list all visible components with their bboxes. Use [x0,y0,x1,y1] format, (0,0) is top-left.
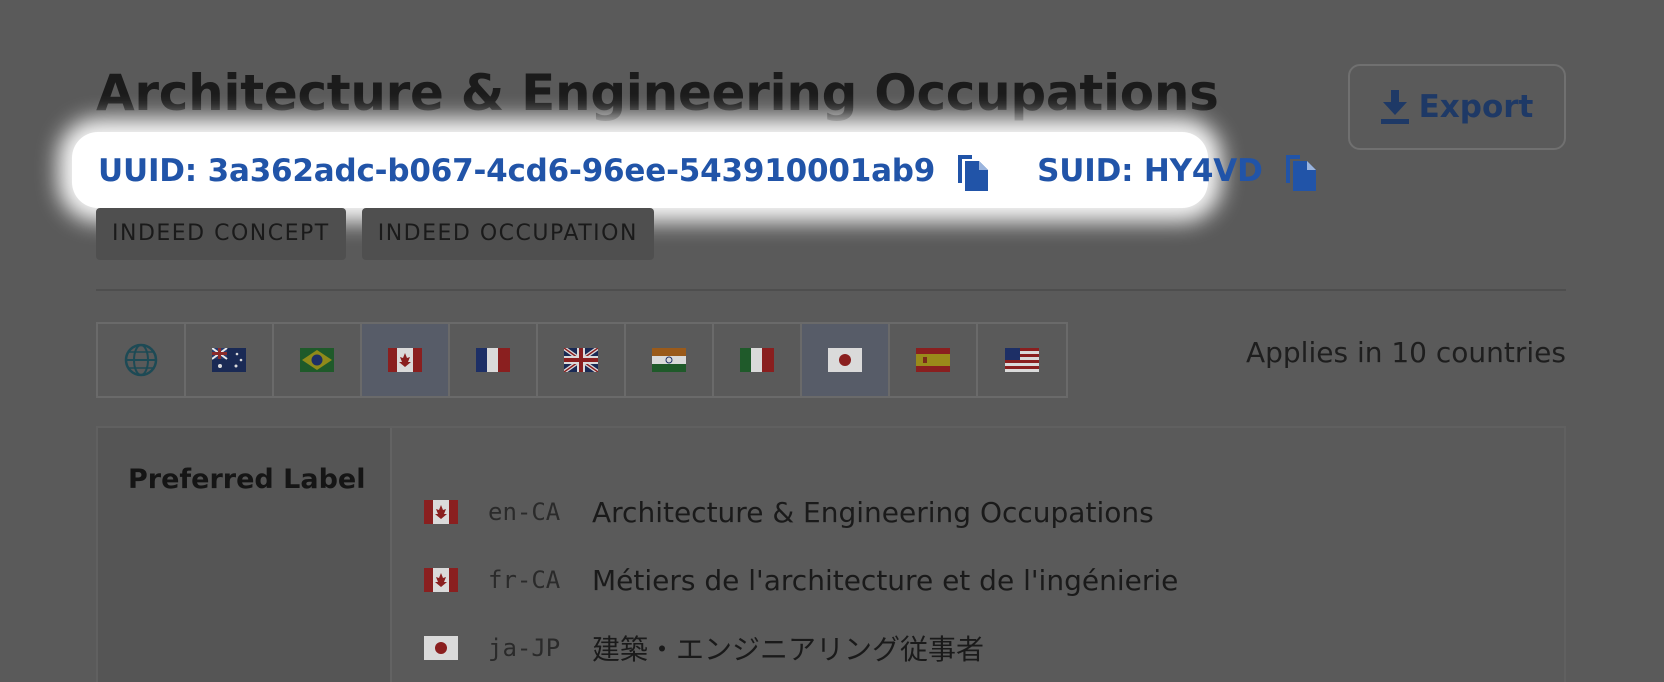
list-item: fr-CA Métiers de l'architecture et de l'… [424,546,1178,614]
spain-flag-icon [916,348,950,372]
applies-count: Applies in 10 countries [1245,336,1566,369]
label-value: Métiers de l'architecture et de l'ingéni… [592,563,1179,597]
tag-indeed-concept: INDEED CONCEPT [96,208,346,260]
suid-group: SUID: HY4VD [1037,151,1316,191]
copy-suid-icon[interactable] [1283,151,1317,191]
label-value: 建築・エンジニアリング従事者 [592,633,985,666]
preferred-label-heading: Preferred Label [128,464,366,495]
suid-text: SUID: HY4VD [1037,153,1263,189]
flag-tab-australia[interactable] [186,324,274,396]
canada-flag-icon [388,348,422,372]
flag-tab-canada[interactable] [362,324,450,396]
export-label: Export [1418,89,1534,125]
usa-flag-icon [1005,348,1039,372]
flag-tab-brazil[interactable] [274,324,362,396]
page: Architecture & Engineering Occupations E… [0,0,1664,682]
australia-flag-icon [212,348,246,372]
canada-flag-icon [424,500,458,524]
preferred-label-panel: Preferred Label en-CA Architecture & Eng… [96,426,1566,682]
flag-tab-uk[interactable] [538,324,626,396]
flag-tab-japan[interactable] [802,324,890,396]
flag-tab-india[interactable] [626,324,714,396]
flag-tab-france[interactable] [450,324,538,396]
uk-flag-icon [564,348,598,372]
locale-code: en-CA [488,498,561,526]
preferred-label-sidebar: Preferred Label [98,428,392,682]
italy-flag-icon [740,348,774,372]
country-flag-bar [96,322,1068,398]
label-value: Architecture & Engineering Occupations [592,495,1154,529]
india-flag-icon [652,348,686,372]
brazil-flag-icon [300,348,334,372]
export-button[interactable]: Export [1348,64,1566,150]
preferred-label-list: en-CA Architecture & Engineering Occupat… [424,478,1178,682]
identifier-row: UUID: 3a362adc-b067-4cd6-96ee-543910001a… [98,146,1317,196]
download-icon [1380,90,1409,124]
locale-code: fr-CA [488,566,561,594]
japan-flag-icon [828,348,862,372]
flag-tab-global[interactable] [98,324,186,396]
copy-uuid-icon[interactable] [955,151,989,191]
locale-code: ja-JP [488,634,561,662]
tag-indeed-occupation: INDEED OCCUPATION [361,208,654,260]
uuid-text: UUID: 3a362adc-b067-4cd6-96ee-543910001a… [98,153,936,189]
divider [96,289,1566,291]
france-flag-icon [476,348,510,372]
tag-list: INDEED CONCEPT INDEED OCCUPATION [96,208,654,260]
page-title: Architecture & Engineering Occupations [96,64,1219,122]
flag-tab-italy[interactable] [714,324,802,396]
canada-flag-icon [424,568,458,592]
japan-flag-icon [424,636,458,660]
list-item: ja-JP 建築・エンジニアリング従事者 [424,614,1178,682]
flag-tab-usa[interactable] [978,324,1066,396]
flag-tab-spain[interactable] [890,324,978,396]
global-icon [124,343,158,377]
list-item: en-CA Architecture & Engineering Occupat… [424,478,1178,546]
